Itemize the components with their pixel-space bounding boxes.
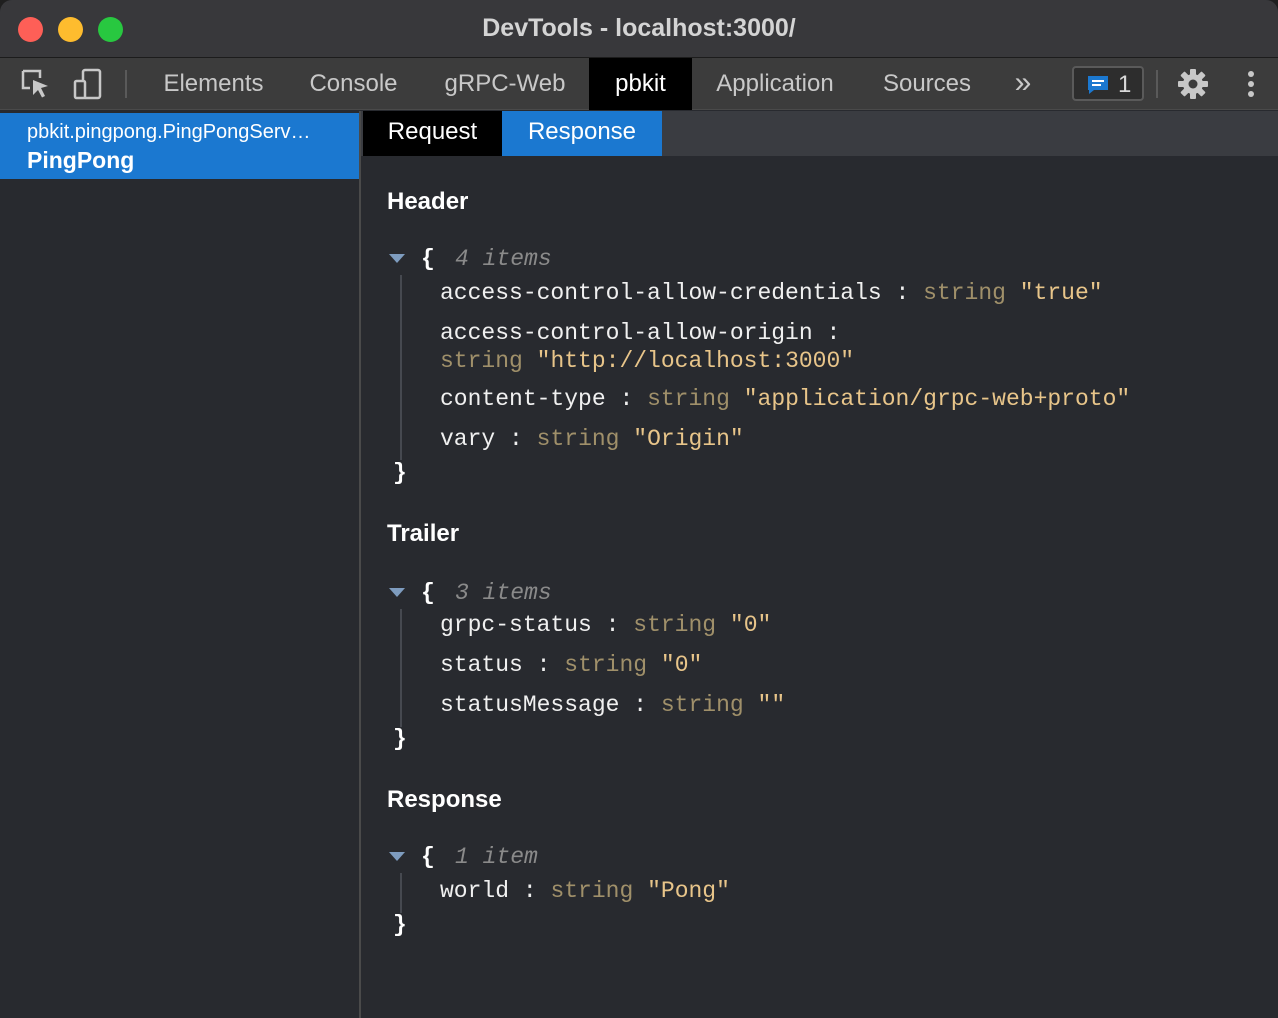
devtools-window: DevTools - localhost:3000/ Elements Cons… xyxy=(0,0,1278,1018)
trailer-item-count: 3 items xyxy=(455,580,552,606)
header-entry-value: string "http://localhost:3000" xyxy=(440,348,855,374)
trailer-close-brace: } xyxy=(393,726,407,752)
trailer-entry: statusMessage : string "" xyxy=(440,692,786,718)
response-entry: world : string "Pong" xyxy=(440,878,730,904)
header-entry: content-type : string "application/grpc-… xyxy=(440,386,1131,412)
tree-guide-line xyxy=(400,609,402,727)
tab-pbkit[interactable]: pbkit xyxy=(589,58,692,110)
more-tabs-chevron-icon[interactable]: » xyxy=(1007,66,1039,100)
caret-down-icon xyxy=(389,852,405,861)
method-list-sidebar: pbkit.pingpong.PingPongServ… PingPong xyxy=(0,111,361,1018)
response-tree-toggle[interactable]: { 1 item xyxy=(389,842,689,872)
method-list-item[interactable]: pbkit.pingpong.PingPongServ… PingPong xyxy=(0,113,359,179)
tree-guide-line xyxy=(400,873,402,913)
header-close-brace: } xyxy=(393,460,407,486)
inspect-element-icon[interactable] xyxy=(20,68,52,100)
issues-count: 1 xyxy=(1118,71,1132,98)
tab-application[interactable]: Application xyxy=(692,58,858,110)
request-response-tabs: Request Response xyxy=(361,111,1278,156)
tree-guide-line xyxy=(400,275,402,460)
header-section-title: Header xyxy=(387,188,469,215)
issues-counter-button[interactable]: 1 xyxy=(1072,66,1144,101)
toolbar-divider xyxy=(125,70,127,98)
method-name: PingPong xyxy=(27,147,135,173)
response-close-brace: } xyxy=(393,912,407,938)
caret-down-icon xyxy=(389,588,405,597)
tab-request[interactable]: Request xyxy=(363,111,502,156)
trailer-section-title: Trailer xyxy=(387,520,460,547)
tab-console[interactable]: Console xyxy=(286,58,421,110)
header-entry: vary : string "Origin" xyxy=(440,426,744,452)
header-entry: access-control-allow-origin : xyxy=(440,320,841,346)
header-tree-toggle[interactable]: { 4 items xyxy=(389,244,689,274)
response-section-title: Response xyxy=(387,786,502,813)
toolbar-divider xyxy=(1156,70,1158,98)
header-item-count: 4 items xyxy=(455,246,552,272)
more-options-icon[interactable] xyxy=(1235,68,1267,100)
tab-sources[interactable]: Sources xyxy=(858,58,996,110)
tab-elements[interactable]: Elements xyxy=(141,58,286,110)
gear-icon[interactable] xyxy=(1177,68,1209,100)
trailer-entry: grpc-status : string "0" xyxy=(440,612,772,638)
window-title: DevTools - localhost:3000/ xyxy=(482,14,796,42)
device-toolbar-icon[interactable] xyxy=(72,68,104,100)
service-name: pbkit.pingpong.PingPongServ… xyxy=(27,121,311,143)
tab-response[interactable]: Response xyxy=(502,111,662,156)
header-entry: access-control-allow-credentials : strin… xyxy=(440,280,1103,306)
title-bar: DevTools - localhost:3000/ xyxy=(0,0,1278,58)
trailer-entry: status : string "0" xyxy=(440,652,703,678)
caret-down-icon xyxy=(389,254,405,263)
devtools-toolbar: Elements Console gRPC-Web pbkit Applicat… xyxy=(0,58,1278,110)
detail-panel: Request Response Header { 4 items access… xyxy=(361,111,1278,1018)
trailer-tree-toggle[interactable]: { 3 items xyxy=(389,578,689,608)
response-item-count: 1 item xyxy=(455,844,538,870)
message-icon xyxy=(1088,76,1108,94)
tab-grpc-web[interactable]: gRPC-Web xyxy=(421,58,589,110)
